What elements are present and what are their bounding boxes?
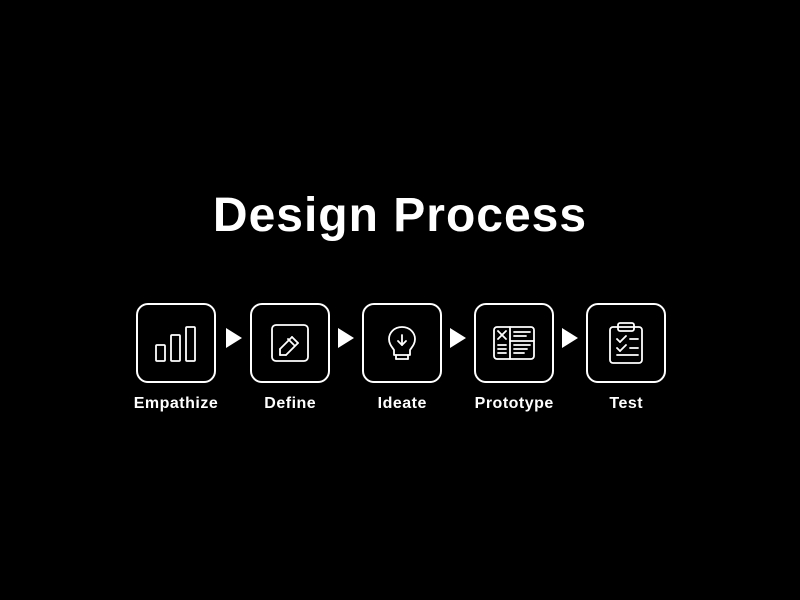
arrow-1 xyxy=(226,328,242,348)
empathize-icon-box xyxy=(136,303,216,383)
prototype-icon xyxy=(488,317,540,369)
process-row: Empathize Define xyxy=(134,303,667,413)
arrow-4 xyxy=(562,328,578,348)
step-prototype: Prototype xyxy=(474,303,554,413)
ideate-label: Ideate xyxy=(378,395,427,413)
step-test: Test xyxy=(586,303,666,413)
define-label: Define xyxy=(264,395,316,413)
step-define: Define xyxy=(250,303,330,413)
test-icon xyxy=(600,317,652,369)
test-icon-box xyxy=(586,303,666,383)
arrow-3 xyxy=(450,328,466,348)
define-icon xyxy=(264,317,316,369)
prototype-icon-box xyxy=(474,303,554,383)
arrow-2 xyxy=(338,328,354,348)
ideate-icon xyxy=(376,317,428,369)
empathize-icon xyxy=(150,317,202,369)
test-label: Test xyxy=(609,395,643,413)
page-title: Design Process xyxy=(213,188,587,243)
prototype-label: Prototype xyxy=(475,395,554,413)
define-icon-box xyxy=(250,303,330,383)
empathize-label: Empathize xyxy=(134,395,219,413)
ideate-icon-box xyxy=(362,303,442,383)
step-empathize: Empathize xyxy=(134,303,219,413)
step-ideate: Ideate xyxy=(362,303,442,413)
